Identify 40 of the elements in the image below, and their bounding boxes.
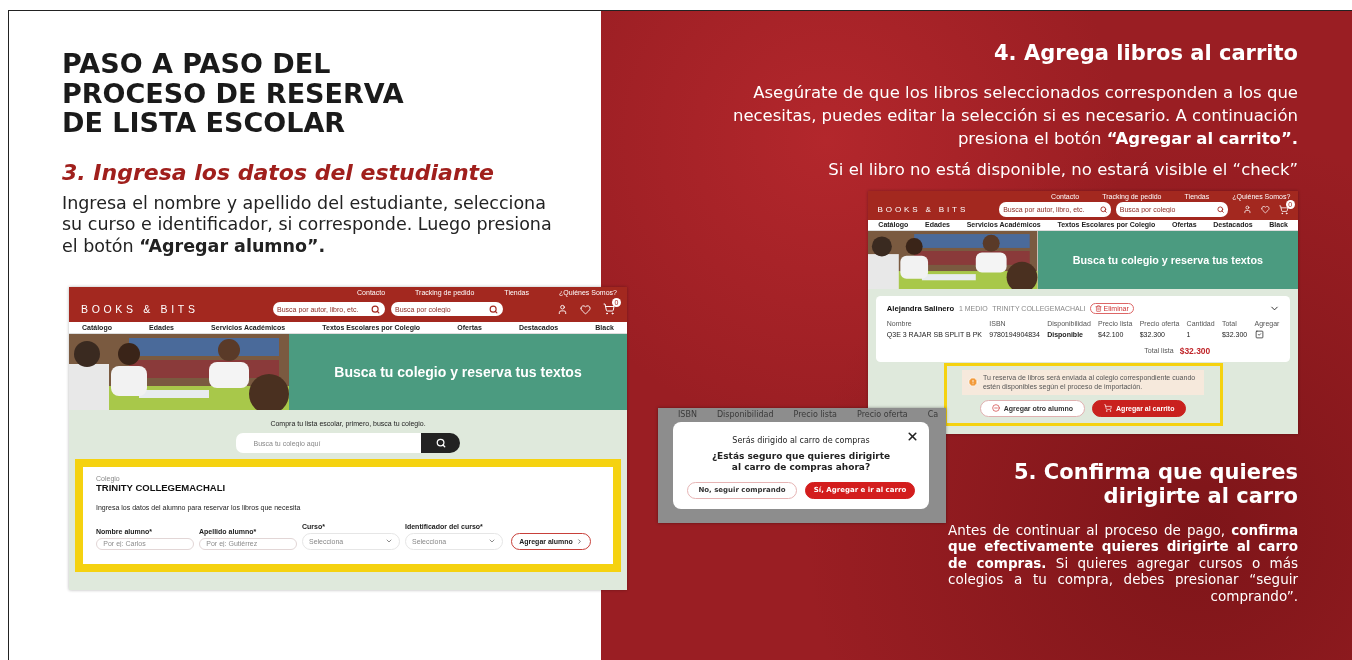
column-header: Disponibilidad (716, 410, 774, 420)
column-header: Precio lista (793, 410, 837, 420)
column-header: Ca (927, 410, 939, 420)
alert-icon (968, 377, 979, 388)
column-header: ISBN (678, 410, 697, 420)
close-button[interactable] (906, 430, 919, 443)
step-heading: 5. Confirma que quieres dirigirte al carro (1012, 459, 1298, 508)
dialog-question: ¿Estás seguro que quieres dirigirte al carro de compras ahora? (710, 451, 892, 473)
step-text: Asegúrate de que los libros seleccionados corresponden a los que necesitas, puedes editar la selección si es necesario. A continuación presiona el botón “Agregar al carrito”. (731, 82, 1298, 151)
site-logo[interactable]: BOOKS & BITS (877, 205, 969, 215)
search-button[interactable] (421, 433, 460, 454)
hero-heading: Busca tu colegio y reserva tus textos (334, 364, 582, 381)
trash-icon (1095, 305, 1102, 313)
step-heading: 3. Ingresa los datos del estudiante (62, 160, 495, 186)
user-icon[interactable] (557, 303, 568, 315)
search-icon (1216, 206, 1224, 214)
minus-circle-icon (991, 404, 1000, 413)
dialog-subtitle: Serás dirigido al carro de compras (732, 436, 870, 445)
search-icon (435, 438, 446, 449)
step-text: Antes de continuar al proceso de pago, confirma que efectivamente quieres dirigirte al carro de compras. Si quieres agregar cursos o más colegios a tu compra, debes presionar “seguir comprando”. (948, 521, 1298, 605)
checked-checkbox[interactable] (1254, 330, 1264, 340)
heart-icon[interactable] (1261, 205, 1270, 215)
cart-icon[interactable] (603, 303, 615, 316)
user-icon[interactable] (1243, 205, 1252, 215)
school-name: TRINITY COLLEGEMACHALI (96, 482, 227, 494)
step-note: Si el libro no está disponible, no estará visible el “check” (828, 160, 1298, 180)
search-icon (370, 304, 380, 314)
heart-icon[interactable] (580, 303, 591, 315)
column-header: Precio oferta (857, 410, 908, 420)
search-icon (488, 304, 498, 314)
step-text: Ingresa el nombre y apellido del estudiante, selecciona su curso e identificador, si corresponde. Luego presiona el botón “Agregar alumno”. (62, 193, 553, 258)
step-heading: 4. Agrega libros al carrito (994, 41, 1298, 65)
search-icon (1099, 206, 1108, 214)
site-logo[interactable]: BOOKS & BITS (81, 303, 199, 316)
total-value: $32.300 (1179, 345, 1211, 356)
cart-icon (1104, 404, 1113, 413)
hero-heading: Busca tu colegio y reserva tus textos (1072, 254, 1263, 267)
slide-title: PASO A PASO DEL PROCESO DE RESERVA DE LISTA ESCOLAR (62, 49, 405, 139)
chevron-icon (575, 538, 583, 546)
cart-icon[interactable] (1279, 205, 1289, 215)
